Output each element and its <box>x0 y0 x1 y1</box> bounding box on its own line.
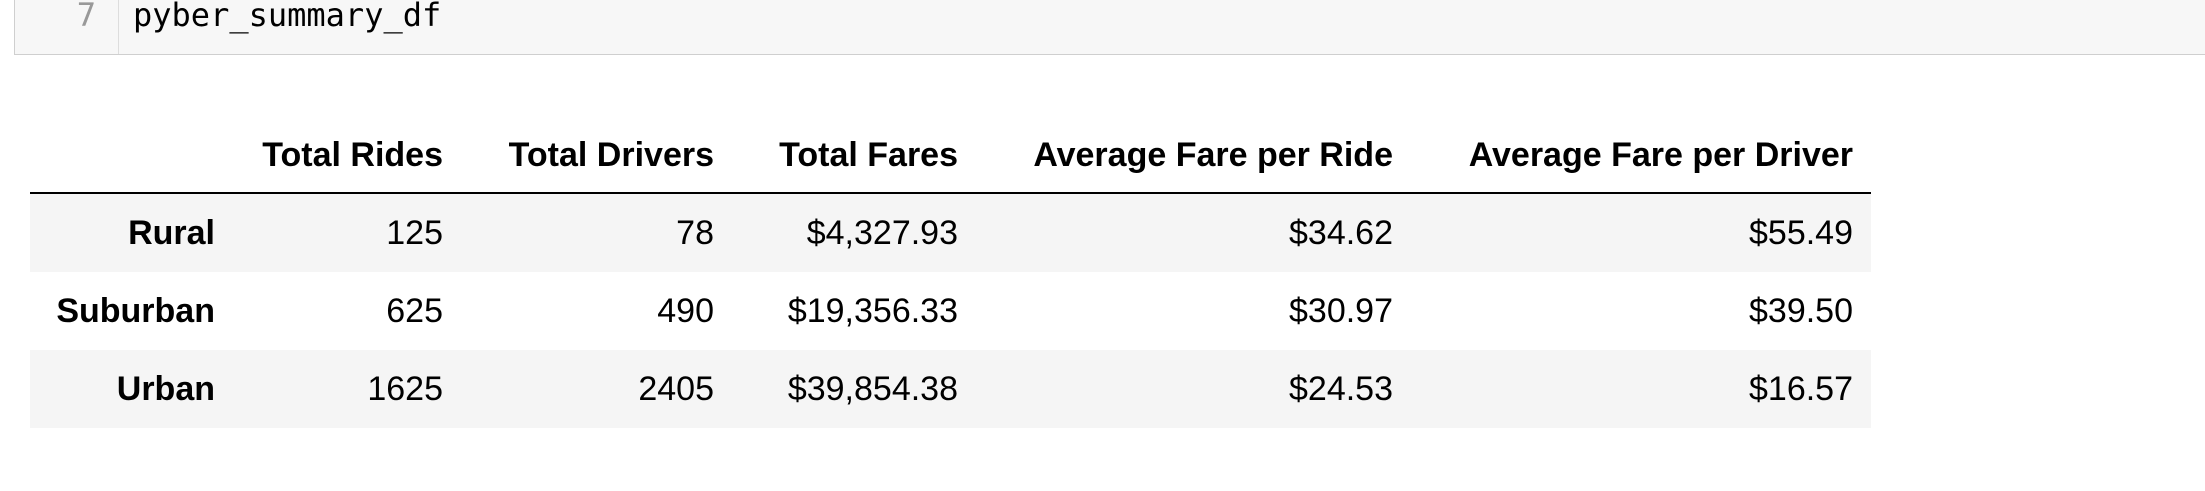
table-row: Urban 1625 2405 $39,854.38 $24.53 $16.57 <box>30 350 1871 428</box>
cell-output: Total Rides Total Drivers Total Fares Av… <box>30 118 1871 428</box>
table-header-row: Total Rides Total Drivers Total Fares Av… <box>30 118 1871 194</box>
table-cell: $30.97 <box>1289 291 1393 330</box>
table-cell: $19,356.33 <box>787 291 958 330</box>
line-number: 7 <box>15 0 119 54</box>
table-cell: $55.49 <box>1749 213 1853 252</box>
code-cell[interactable]: 7 pyber_summary_df <box>14 0 2205 55</box>
table-cell: $16.57 <box>1749 369 1853 408</box>
column-header-total-drivers: Total Drivers <box>461 118 732 194</box>
row-index: Suburban <box>56 291 215 330</box>
table-cell: $4,327.93 <box>806 213 958 252</box>
table-row: Suburban 625 490 $19,356.33 $30.97 $39.5… <box>30 272 1871 350</box>
table-cell: $39.50 <box>1749 291 1853 330</box>
dataframe-table: Total Rides Total Drivers Total Fares Av… <box>30 118 1871 428</box>
table-cell: 2405 <box>638 369 714 408</box>
table-cell: 78 <box>676 213 714 252</box>
column-header-average-fare-per-ride: Average Fare per Ride <box>976 118 1411 194</box>
table-cell: $34.62 <box>1289 213 1393 252</box>
row-index: Rural <box>128 213 215 252</box>
table-cell: 125 <box>386 213 443 252</box>
row-index: Urban <box>116 369 215 408</box>
table-cell: 1625 <box>367 369 443 408</box>
code-line[interactable]: pyber_summary_df <box>119 0 441 54</box>
table-cell: 490 <box>657 291 714 330</box>
column-header-total-rides: Total Rides <box>215 118 461 194</box>
table-cell: $24.53 <box>1289 369 1393 408</box>
table-row: Rural 125 78 $4,327.93 $34.62 $55.49 <box>30 193 1871 272</box>
table-cell: $39,854.38 <box>787 369 958 408</box>
column-header-total-fares: Total Fares <box>732 118 976 194</box>
table-cell: 625 <box>386 291 443 330</box>
index-header <box>30 118 215 194</box>
column-header-average-fare-per-driver: Average Fare per Driver <box>1411 118 1871 194</box>
